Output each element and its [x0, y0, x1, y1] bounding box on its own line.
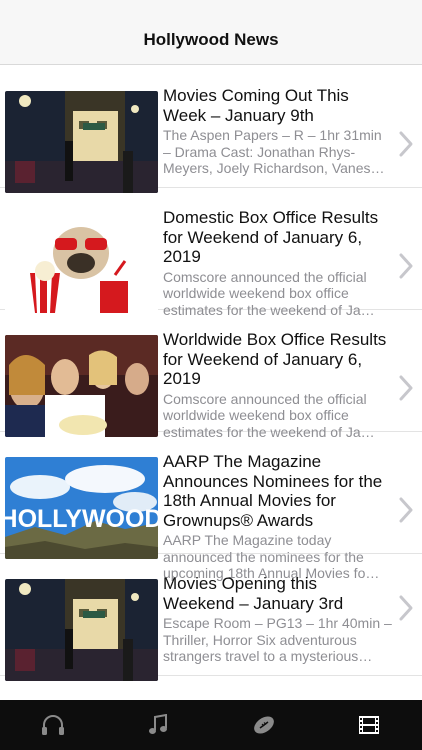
article-thumbnail — [5, 335, 158, 437]
tab-movies[interactable] — [349, 705, 389, 745]
article-title: Domestic Box Office Results for Weekend … — [163, 208, 379, 266]
article-list[interactable]: Movies Coming Out This Week – January 9t… — [0, 66, 422, 700]
headphones-icon — [41, 715, 64, 735]
football-icon — [253, 716, 274, 734]
article-thumbnail — [5, 213, 158, 315]
chevron-right-icon — [399, 253, 413, 279]
article-row[interactable]: Movies Coming Out This Week – January 9t… — [0, 66, 422, 193]
film-icon — [359, 716, 380, 734]
article-title: AARP The Magazine Announces Nominees for… — [163, 452, 383, 530]
article-row[interactable]: Domestic Box Office Results for Weekend … — [0, 188, 422, 318]
article-row[interactable]: HOLLYWOOD AARP The Magazine Announces No… — [0, 432, 422, 581]
hollywood-sign-text: HOLLYWOOD — [5, 505, 158, 533]
article-row[interactable]: Movies Opening this Weekend – January 3r… — [0, 554, 422, 681]
tab-headphones[interactable] — [33, 705, 73, 745]
article-thumbnail — [5, 579, 158, 681]
article-summary: The Aspen Papers – R – 1hr 31min – Drama… — [163, 127, 385, 176]
tab-sports[interactable] — [244, 705, 284, 745]
chevron-right-icon — [399, 375, 413, 401]
chevron-right-icon — [399, 131, 413, 157]
article-title: Movies Coming Out This Week – January 9t… — [163, 86, 349, 125]
article-row[interactable]: Worldwide Box Office Results for Weekend… — [0, 310, 422, 440]
article-title: Worldwide Box Office Results for Weekend… — [163, 330, 387, 388]
chevron-right-icon — [399, 595, 413, 621]
page-title: Hollywood News — [143, 30, 279, 49]
article-title: Movies Opening this Weekend – January 3r… — [163, 574, 344, 613]
article-thumbnail: HOLLYWOOD — [5, 457, 158, 559]
tab-bar — [0, 700, 422, 750]
article-summary: Escape Room – PG13 – 1hr 40min – Thrille… — [163, 615, 392, 664]
chevron-right-icon — [399, 497, 413, 523]
tab-music[interactable] — [138, 705, 178, 745]
article-thumbnail — [5, 91, 158, 193]
music-note-icon — [149, 714, 168, 734]
nav-bar: Hollywood News — [0, 0, 422, 65]
